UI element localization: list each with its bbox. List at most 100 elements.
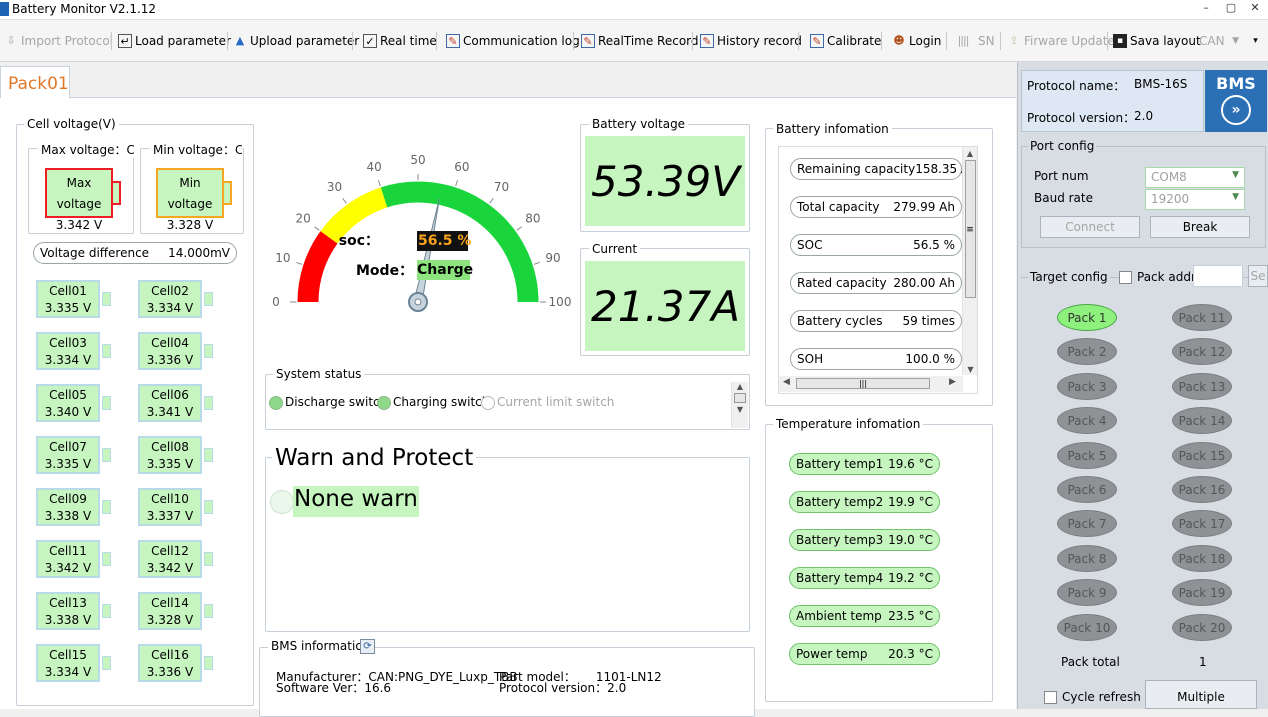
load-parameter-button[interactable]: ↵ Load parameter [118,31,231,51]
temperature-item: Battery temp4 19.2 °C [789,567,940,589]
current-limit-switch: Current limit switch [481,395,614,410]
pack-addr-checkbox[interactable]: Pack addr [1119,270,1196,284]
port-num-select[interactable]: COM8 ▼ [1145,167,1245,188]
calibrate-icon: ✎ [810,34,824,48]
protocol-name-value: BMS-16S [1134,77,1188,91]
connect-button[interactable]: Connect [1040,216,1140,238]
cell-terminal [204,292,213,306]
pack-button-1[interactable]: Pack 1 [1057,304,1117,331]
checkbox-icon[interactable] [1119,271,1132,284]
pack-button-5[interactable]: Pack 5 [1057,441,1117,469]
pack-button-10[interactable]: Pack 10 [1057,613,1117,641]
charging-switch: Charging switch [377,395,489,410]
history-record-button[interactable]: ✎ History record [700,31,802,51]
save-icon: ▪ [1113,34,1127,48]
cell-terminal [102,448,111,462]
pack-button-4[interactable]: Pack 4 [1057,407,1117,435]
can-dropdown[interactable]: CAN ▼ [1199,31,1246,51]
save-layout-button[interactable]: ▪ Sava layout [1113,31,1201,51]
port-config-title: Port config [1028,139,1097,153]
tab-pack01[interactable]: Pack01 [0,66,70,99]
current-title: Current [589,242,641,256]
scroll-up-icon[interactable]: ▲ [732,382,748,391]
pack-button-19[interactable]: Pack 19 [1172,579,1232,607]
scroll-left-icon[interactable]: ◀ [783,377,790,387]
cell-09: Cell09 3.338 V [36,488,100,526]
pack-addr-input[interactable] [1193,265,1243,287]
scroll-down-icon[interactable]: ▼ [732,405,748,414]
communication-log-button[interactable]: ✎ Communication log [446,31,580,51]
scroll-thumb[interactable]: ≡ [964,160,976,298]
record-icon: ✎ [581,34,595,48]
temperature-info-title: Temperature infomation [773,417,924,431]
break-button[interactable]: Break [1150,216,1250,238]
refresh-icon[interactable]: ⟳ [360,639,375,654]
checkbox-icon[interactable] [1044,691,1057,704]
battery-voltage-value: 53.39V [585,136,745,226]
minimize-button[interactable]: – [1195,1,1217,18]
protocol-version-label: Protocol version： [1027,111,1136,125]
warn-value: None warn [293,486,419,517]
cell-08: Cell08 3.335 V [138,436,202,474]
pack-button-6[interactable]: Pack 6 [1057,476,1117,503]
scroll-down-icon[interactable]: ▼ [963,365,978,374]
port-num-label: Port num [1034,169,1089,183]
chevron-down-icon: ▼ [1232,36,1240,46]
pack-button-15[interactable]: Pack 15 [1172,441,1232,469]
cell-03: Cell03 3.334 V [36,332,100,370]
system-status-scrollbar[interactable]: ▲ ▼ [731,382,748,428]
pack-button-14[interactable]: Pack 14 [1172,407,1232,435]
pack-button-8[interactable]: Pack 8 [1057,544,1117,572]
battery-info-list: Remaining capacity 158.35 Ah Total capacit… [778,146,978,394]
cell-terminal [102,344,111,358]
maximize-button[interactable]: ▢ [1220,1,1242,18]
toolbar-overflow[interactable]: ▾ [1250,31,1264,51]
login-button[interactable]: ☻ Login [892,31,941,51]
scroll-thumb[interactable] [734,393,746,403]
close-button[interactable]: ✕ [1244,1,1266,18]
cell-10: Cell10 3.337 V [138,488,202,526]
chevron-down-icon: ▾ [1253,36,1258,46]
scroll-thumb[interactable]: ||| [796,378,930,389]
pack-button-3[interactable]: Pack 3 [1057,372,1117,400]
baud-rate-select[interactable]: 19200 ▼ [1145,189,1245,210]
real-time-button[interactable]: ✓ Real time [363,31,437,51]
scroll-right-icon[interactable]: ▶ [949,377,956,387]
cell-terminal [204,344,213,358]
pack-button-20[interactable]: Pack 20 [1172,613,1232,641]
gauge-tick [516,226,522,231]
sn-button[interactable]: |||| SN [951,31,995,51]
soc-label: soc： [338,233,379,249]
history-icon: ✎ [700,34,714,48]
firmware-update-button[interactable]: ⇪ Firware Update [1007,31,1114,51]
chevron-right-icon: » [1221,95,1251,125]
toolbar-separator [692,32,693,50]
max-voltage-cell: Max voltage 3.342 V [45,168,113,232]
pack-button-11[interactable]: Pack 11 [1172,304,1232,331]
upload-parameter-button[interactable]: ▲ Upload parameter [233,31,359,51]
multiple-button[interactable]: Multiple [1145,680,1257,709]
battery-info-vscroll[interactable]: ▲ ≡ ▼ [962,147,977,375]
pack-button-9[interactable]: Pack 9 [1057,579,1117,607]
cycle-refresh-checkbox[interactable]: Cycle refresh [1044,690,1141,704]
gauge-tick-label: 90 [545,251,560,265]
pack-button-18[interactable]: Pack 18 [1172,544,1232,572]
toolbar: ⇩ Import Protocol ↵ Load parameter ▲ Upload… [0,20,1268,62]
status-indicator-icon [377,395,391,410]
pack-button-16[interactable]: Pack 16 [1172,476,1232,503]
toolbar-separator [1000,32,1001,50]
scroll-up-icon[interactable]: ▲ [963,147,977,158]
gauge-tick-label: 80 [525,212,540,226]
barcode-icon: |||| [957,34,970,47]
cell-terminal [102,292,111,306]
import-protocol-button[interactable]: ⇩ Import Protocol [4,31,113,51]
realtime-record-button[interactable]: ✎ RealTime Record [581,31,699,51]
warn-indicator-icon [270,490,294,514]
set-button[interactable]: Se [1248,265,1268,287]
pack-button-13[interactable]: Pack 13 [1172,372,1232,400]
gauge-tick [455,180,459,187]
calibrate-button[interactable]: ✎ Calibrate [810,31,881,51]
battery-info-hscroll[interactable]: ◀ ||| ▶ [779,376,963,392]
bms-logo: BMS » [1205,70,1267,132]
gauge-tick [296,261,303,265]
